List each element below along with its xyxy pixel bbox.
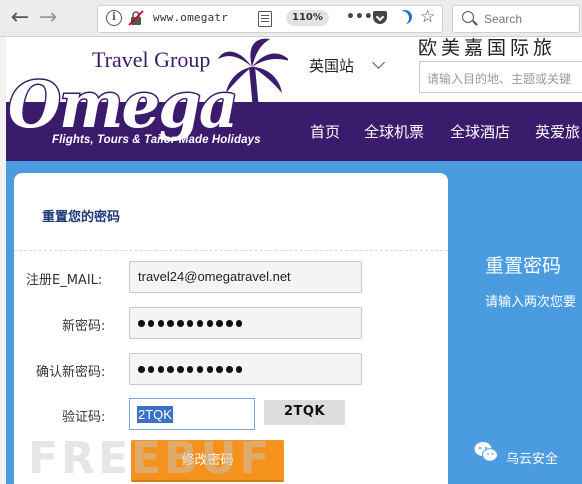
page-actions-menu-icon[interactable]: ••• [346, 9, 373, 25]
divider [14, 250, 448, 251]
captcha-input-value: 2TQK [137, 406, 173, 423]
site-logo[interactable]: Travel Group Omega Flights, Tours & Tail… [6, 37, 288, 161]
side-panel-title: 重置密码 [485, 255, 562, 277]
wechat-icon [474, 442, 498, 462]
site-search-placeholder: 请输入目的地、主题或关键 [427, 72, 572, 86]
nav-item-home[interactable]: 首页 [310, 121, 340, 142]
logo-omega-wordmark: Omega [7, 67, 240, 145]
email-label: 注册E_MAIL: [26, 273, 103, 288]
bookmark-star-icon[interactable]: ☆ [420, 7, 435, 27]
back-arrow-icon[interactable]: ← [8, 6, 32, 30]
nav-item-flights[interactable]: 全球机票 [364, 121, 424, 142]
search-placeholder: Search [484, 12, 523, 26]
watermark-account: 乌云安全 [506, 452, 559, 467]
pocket-icon[interactable] [373, 11, 387, 24]
site-search-input[interactable]: 请输入目的地、主题或关键 [419, 61, 582, 93]
search-icon [462, 11, 474, 23]
captcha-label: 验证码: [62, 410, 106, 425]
forward-arrow-icon[interactable]: → [36, 6, 60, 30]
new-password-label: 新密码: [62, 319, 106, 334]
confirm-password-label: 确认新密码: [36, 365, 106, 380]
captcha-image[interactable]: 2TQK [264, 400, 345, 425]
info-icon[interactable]: i [106, 10, 122, 26]
nav-item-hotels[interactable]: 全球酒店 [450, 121, 510, 142]
freebuf-watermark: FREEBUF [28, 433, 273, 484]
reader-view-icon[interactable] [258, 11, 272, 27]
nav-item-uk-travel[interactable]: 英爱旅 [535, 121, 580, 142]
browser-toolbar: ← → i www.omegatr 110% ••• ☆ Search [0, 0, 582, 37]
url-bar[interactable]: i www.omegatr 110% ••• ☆ [97, 5, 443, 33]
zoom-level-badge[interactable]: 110% [286, 10, 329, 26]
card-title: 重置您的密码 [42, 210, 121, 225]
password-mask [138, 366, 243, 373]
email-value: travel24@omegatravel.net [138, 269, 291, 284]
side-panel-subtitle: 请输入两次您要 [485, 295, 577, 310]
captcha-image-text: 2TQK [284, 404, 326, 419]
confirm-password-field[interactable] [129, 353, 362, 385]
captcha-input[interactable]: 2TQK [129, 398, 255, 430]
extension-icon[interactable] [398, 10, 412, 24]
email-field[interactable]: travel24@omegatravel.net [129, 261, 362, 293]
region-selector[interactable]: 英国站 [309, 55, 354, 76]
browser-search-box[interactable]: Search [452, 5, 580, 33]
insecure-lock-icon[interactable] [128, 10, 144, 26]
new-password-field[interactable] [129, 307, 362, 339]
url-text[interactable]: www.omegatr [153, 11, 263, 24]
password-mask [138, 320, 243, 327]
brand-banner-text: 欧美嘉国际旅 [418, 37, 557, 59]
logo-tagline: Flights, Tours & Tailor Made Holidays [52, 134, 261, 146]
main-nav: 首页 全球机票 全球酒店 英爱旅 [288, 102, 582, 161]
